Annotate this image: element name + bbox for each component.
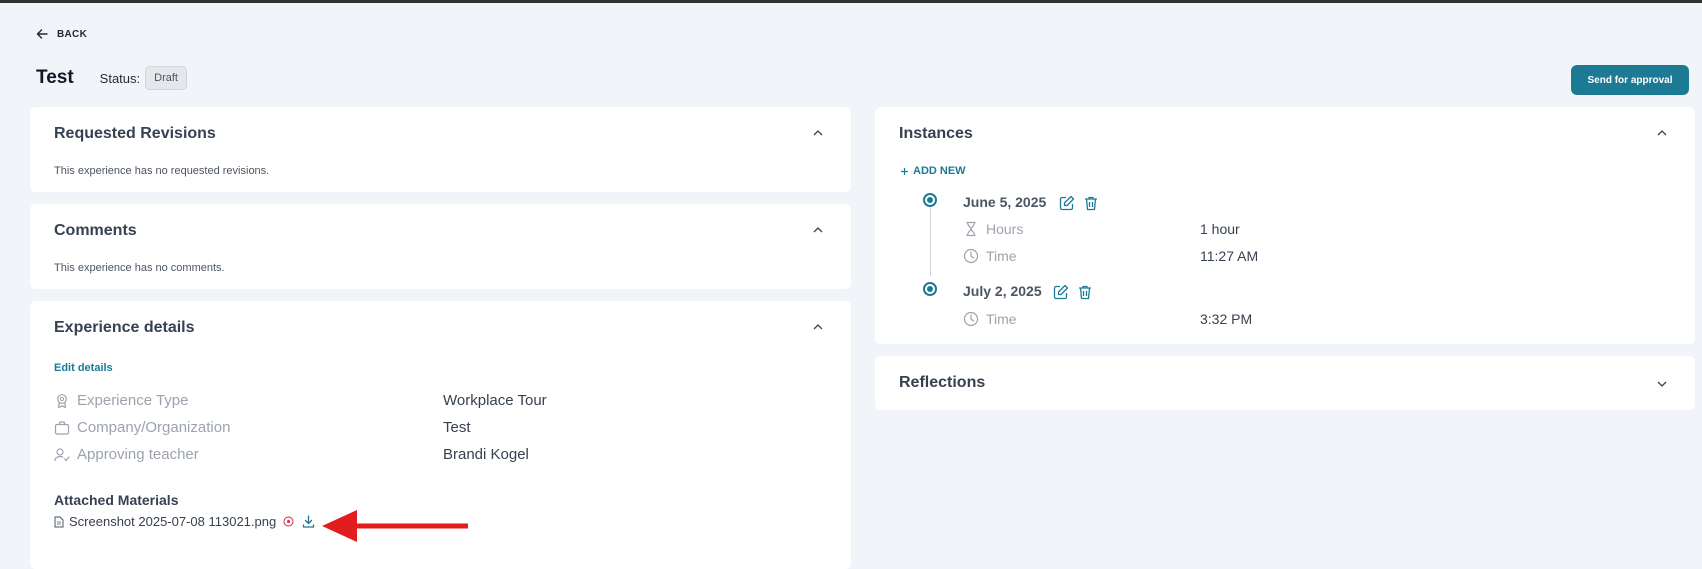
instance-label: Time (986, 311, 1017, 327)
detail-label: Approving teacher (77, 446, 199, 463)
instances-title: Instances (899, 125, 973, 142)
timeline-line (930, 202, 931, 276)
add-new-label: ADD NEW (913, 165, 966, 177)
file-name[interactable]: Screenshot 2025-07-08 113021.png (69, 514, 276, 529)
download-icon[interactable] (302, 515, 315, 528)
hourglass-icon (963, 221, 979, 237)
user-check-icon (54, 447, 70, 463)
chevron-up-icon[interactable] (812, 226, 824, 234)
back-button[interactable]: BACK (36, 28, 87, 40)
comments-card: Comments This experience has no comments… (30, 204, 851, 289)
chevron-up-icon[interactable] (812, 129, 824, 137)
timeline-dot (923, 282, 937, 296)
detail-value: Workplace Tour (443, 392, 547, 409)
status-badge: Draft (145, 66, 187, 90)
detail-label: Company/Organization (77, 419, 231, 436)
chevron-up-icon[interactable] (1656, 129, 1668, 137)
detail-label: Experience Type (77, 392, 189, 409)
edit-details-link[interactable]: Edit details (54, 362, 113, 374)
instance-row-time: Time 3:32 PM (963, 311, 1252, 327)
title-row: Test Status: Draft (36, 66, 187, 90)
status-label: Status: (99, 70, 141, 86)
remove-file-icon[interactable] (283, 516, 294, 527)
attached-file: Screenshot 2025-07-08 113021.png (54, 514, 315, 529)
edit-icon[interactable] (1053, 284, 1069, 300)
instances-card: Instances ADD NEW June 5, 2025 Hours 1 h… (875, 107, 1695, 344)
plus-icon (901, 167, 908, 175)
clock-icon (963, 311, 979, 327)
instance-date: June 5, 2025 (963, 194, 1047, 210)
instance-value: 1 hour (1200, 221, 1240, 237)
annotation-arrow (322, 510, 468, 542)
send-for-approval-button[interactable]: Send for approval (1571, 65, 1689, 95)
file-icon (54, 516, 64, 527)
instance-label: Time (986, 248, 1017, 264)
clock-icon (963, 248, 979, 264)
instance-row-time: Time 11:27 AM (963, 248, 1258, 264)
instance-date: July 2, 2025 (963, 283, 1042, 299)
detail-row-approving-teacher: Approving teacher Brandi Kogel (54, 446, 834, 463)
reflections-card[interactable]: Reflections (875, 356, 1695, 410)
briefcase-icon (54, 420, 70, 436)
instance-value: 11:27 AM (1200, 248, 1259, 264)
requested-revisions-card: Requested Revisions This experience has … (30, 107, 851, 192)
timeline-dot (923, 193, 937, 207)
instance-label: Hours (986, 221, 1024, 237)
reflections-title: Reflections (899, 374, 986, 391)
revisions-empty-text: This experience has no requested revisio… (54, 165, 270, 177)
instance-row-hours: Hours 1 hour (963, 221, 1240, 237)
arrow-left-icon (36, 29, 48, 39)
top-border (0, 0, 1702, 3)
attached-materials-title: Attached Materials (54, 492, 179, 508)
comments-empty-text: This experience has no comments. (54, 262, 225, 274)
trash-icon[interactable] (1077, 284, 1093, 300)
requested-revisions-title: Requested Revisions (54, 125, 216, 142)
back-label: BACK (57, 28, 88, 40)
instance-value: 3:32 PM (1200, 311, 1253, 327)
edit-icon[interactable] (1059, 195, 1075, 211)
trash-icon[interactable] (1083, 195, 1099, 211)
detail-value: Test (443, 419, 471, 436)
add-new-instance-button[interactable]: ADD NEW (900, 165, 966, 177)
chevron-up-icon[interactable] (812, 323, 824, 331)
comments-title: Comments (54, 222, 137, 239)
chevron-down-icon[interactable] (1656, 380, 1668, 388)
badge-icon (54, 393, 70, 409)
detail-row-company: Company/Organization Test (54, 419, 834, 436)
detail-value: Brandi Kogel (443, 446, 529, 463)
experience-details-title: Experience details (54, 319, 195, 336)
page-title: Test (36, 67, 74, 88)
detail-row-experience-type: Experience Type Workplace Tour (54, 392, 834, 409)
